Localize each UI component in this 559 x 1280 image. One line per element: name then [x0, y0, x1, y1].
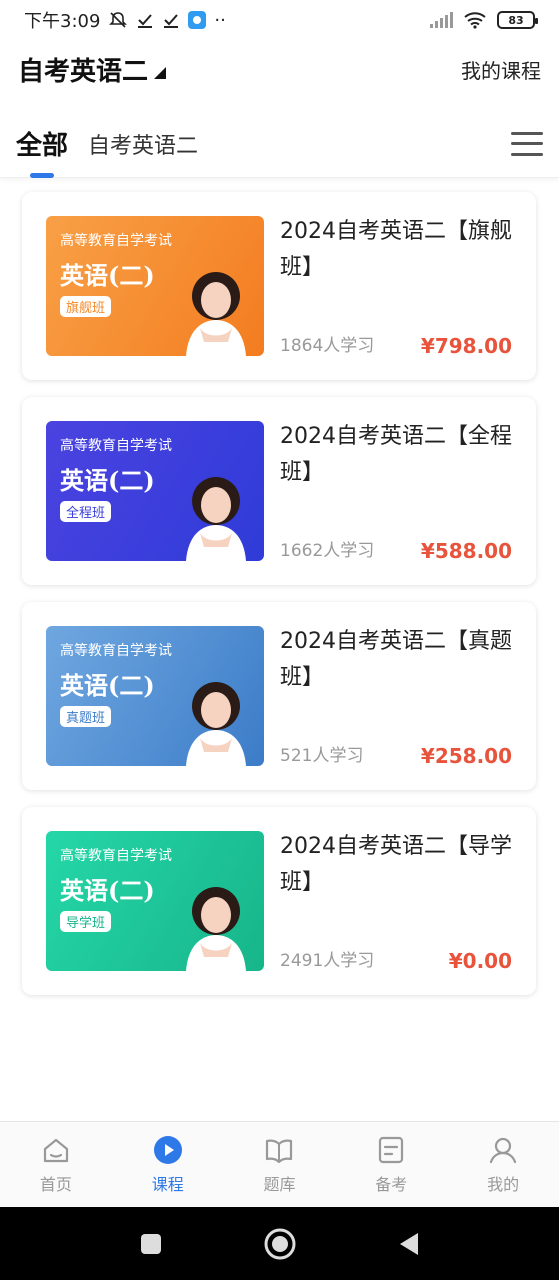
course-title: 2024自考英语二【导学班】: [280, 834, 512, 895]
teacher-photo: [186, 477, 246, 561]
nav-item-prep[interactable]: 备考: [335, 1122, 447, 1207]
course-list: 高等教育自学考试 英语(二) 旗舰班 2024自考英语二【旗舰班】 1864人学…: [22, 192, 536, 1012]
notes-icon: [379, 1136, 404, 1163]
nav-label: 课程: [151, 1174, 184, 1194]
nav-label: 我的: [487, 1174, 520, 1194]
signal-icon: [430, 12, 453, 28]
thumb-tag: 旗舰班: [60, 296, 112, 317]
bottom-nav: 首页 课程 题库 备考 我的: [0, 1121, 559, 1207]
thumb-subtitle: 高等教育自学考试: [60, 643, 172, 659]
course-price: ¥798.00: [420, 334, 512, 358]
nav-label: 备考: [375, 1174, 408, 1194]
course-thumbnail: 高等教育自学考试 英语(二) 旗舰班: [46, 216, 264, 356]
more-notifications: ··: [214, 9, 226, 31]
thumb-title: 英语(二): [60, 671, 155, 700]
recents-icon[interactable]: [139, 1232, 163, 1256]
course-thumbnail: 高等教育自学考试 英语(二) 真题班: [46, 626, 264, 766]
nav-item-home[interactable]: 首页: [0, 1122, 112, 1207]
tab-english-two[interactable]: 自考英语二: [88, 128, 198, 160]
nav-label: 首页: [39, 1174, 72, 1194]
teacher-photo: [186, 682, 246, 766]
status-time: 下午3:09: [24, 11, 101, 32]
thumb-subtitle: 高等教育自学考试: [60, 233, 172, 249]
course-card[interactable]: 高等教育自学考试 英语(二) 全程班 2024自考英语二【全程班】 1662人学…: [22, 397, 536, 585]
category-tabs: 全部 自考英语二: [0, 110, 559, 178]
course-card[interactable]: 高等教育自学考试 英语(二) 真题班 2024自考英语二【真题班】 521人学习…: [22, 602, 536, 790]
thumb-subtitle: 高等教育自学考试: [60, 848, 172, 864]
student-count: 1662人学习: [280, 541, 375, 561]
student-count: 521人学习: [280, 746, 364, 766]
nav-item-me[interactable]: 我的: [447, 1122, 559, 1207]
thumb-title: 英语(二): [60, 466, 155, 495]
dropdown-caret-icon[interactable]: [154, 67, 167, 79]
course-title: 2024自考英语二【真题班】: [280, 629, 512, 690]
check-download-icon: [164, 14, 179, 28]
home-button-icon[interactable]: [263, 1227, 297, 1261]
my-courses-link[interactable]: 我的课程: [461, 55, 541, 84]
thumb-tag: 全程班: [60, 501, 112, 522]
course-title: 2024自考英语二【全程班】: [280, 424, 512, 485]
mute-bell-icon: [109, 12, 128, 28]
battery-icon: 83: [497, 11, 538, 29]
battery-level: 83: [508, 13, 524, 27]
app-notification-icon: [188, 11, 207, 29]
teacher-photo: [186, 272, 246, 356]
thumb-title: 英语(二): [60, 876, 155, 905]
book-icon: [266, 1139, 293, 1163]
course-card[interactable]: 高等教育自学考试 英语(二) 导学班 2024自考英语二【导学班】 2491人学…: [22, 807, 536, 995]
student-count: 2491人学习: [280, 951, 375, 971]
thumb-title: 英语(二): [60, 261, 155, 290]
nav-item-courses[interactable]: 课程: [112, 1122, 224, 1207]
course-title: 2024自考英语二【旗舰班】: [280, 219, 512, 280]
thumb-subtitle: 高等教育自学考试: [60, 438, 172, 454]
wifi-icon: [464, 12, 486, 29]
app-header: 自考英语二 我的课程: [0, 40, 559, 98]
teacher-photo: [186, 887, 246, 971]
thumb-tag: 真题班: [60, 706, 112, 727]
nav-label: 题库: [263, 1174, 296, 1194]
course-thumbnail: 高等教育自学考试 英语(二) 全程班: [46, 421, 264, 561]
tab-all[interactable]: 全部: [16, 125, 68, 178]
back-icon[interactable]: [397, 1231, 421, 1257]
course-thumbnail: 高等教育自学考试 英语(二) 导学班: [46, 831, 264, 971]
user-icon: [489, 1137, 517, 1163]
course-price: ¥588.00: [420, 539, 512, 563]
nav-item-question-bank[interactable]: 题库: [224, 1122, 336, 1207]
student-count: 1864人学习: [280, 336, 375, 356]
status-bar: 下午3:09 ·· 83: [0, 0, 559, 40]
play-icon: [153, 1135, 182, 1164]
home-icon: [43, 1138, 68, 1162]
system-nav-bar: [0, 1207, 559, 1280]
course-price: ¥0.00: [448, 949, 512, 973]
course-card[interactable]: 高等教育自学考试 英语(二) 旗舰班 2024自考英语二【旗舰班】 1864人学…: [22, 192, 536, 380]
check-download-icon: [138, 14, 153, 28]
thumb-tag: 导学班: [60, 911, 112, 932]
course-price: ¥258.00: [420, 744, 512, 768]
menu-icon[interactable]: [511, 131, 543, 156]
page-title[interactable]: 自考英语二: [18, 51, 148, 88]
